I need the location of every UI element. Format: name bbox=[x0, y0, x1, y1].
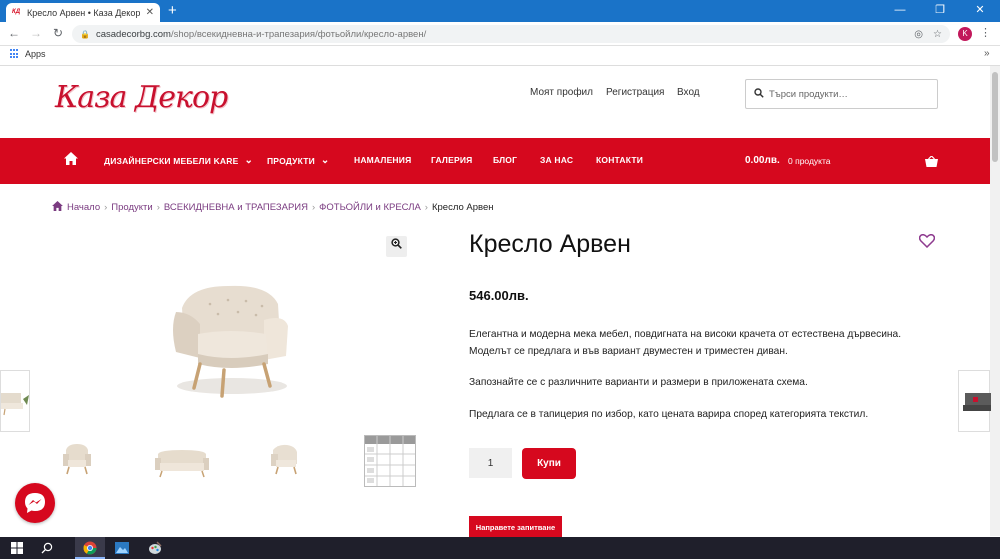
scrollbar-thumb[interactable] bbox=[992, 72, 998, 162]
profile-avatar[interactable]: K bbox=[958, 27, 972, 41]
register-link[interactable]: Регистрация bbox=[606, 87, 664, 98]
nav-item-contacts[interactable]: КОНТАКТИ bbox=[596, 155, 643, 165]
apps-label: Apps bbox=[25, 49, 46, 59]
url-input[interactable]: 🔒 casadecorbg.com/shop/всекидневна-и-тра… bbox=[72, 25, 950, 43]
breadcrumb-separator: › bbox=[424, 202, 428, 213]
breadcrumb-current: Кресло Арвен bbox=[431, 202, 494, 213]
nav-item-gallery[interactable]: ГАЛЕРИЯ bbox=[431, 155, 472, 165]
url-text: casadecorbg.com/shop/всекидневна-и-трапе… bbox=[95, 28, 427, 40]
maximize-icon[interactable]: ❐ bbox=[920, 2, 960, 18]
thumbnail-armchair-front[interactable] bbox=[60, 440, 94, 483]
close-window-icon[interactable]: ✕ bbox=[960, 2, 1000, 18]
site-favicon-icon: КД bbox=[12, 8, 21, 15]
product-price: 546.00лв. bbox=[469, 288, 529, 303]
browser-tab[interactable]: КД Кресло Арвен • Каза Декор ✕ bbox=[6, 3, 160, 22]
previous-product-preview[interactable] bbox=[0, 370, 30, 432]
description-line: Моделът се предлага и във вариант двумес… bbox=[469, 346, 788, 357]
site-logo[interactable]: Каза Декор bbox=[55, 80, 228, 115]
my-profile-link[interactable]: Моят профил bbox=[530, 87, 593, 98]
breadcrumb-link-products[interactable]: Продукти bbox=[111, 202, 152, 213]
quantity-input[interactable] bbox=[469, 448, 512, 478]
cart-total[interactable]: 0.00лв. bbox=[745, 155, 780, 166]
next-product-preview[interactable] bbox=[958, 370, 991, 432]
chrome-taskbar-icon[interactable] bbox=[78, 539, 102, 557]
back-arrow-icon[interactable]: ← bbox=[6, 25, 22, 41]
apps-grid-icon bbox=[10, 49, 20, 59]
breadcrumb-separator: › bbox=[311, 202, 316, 213]
paint-taskbar-icon[interactable] bbox=[143, 539, 167, 557]
buy-button[interactable]: Купи bbox=[522, 448, 576, 479]
nav-item-sales[interactable]: НАМАЛЕНИЯ bbox=[354, 155, 411, 165]
bookmark-star-icon[interactable]: ☆ bbox=[933, 29, 942, 40]
nav-item-about[interactable]: ЗА НАС bbox=[540, 155, 573, 165]
photos-taskbar-icon[interactable] bbox=[110, 539, 134, 557]
thumbnail-sofa[interactable] bbox=[154, 448, 210, 485]
description-line: Запознайте се с различните варианти и ра… bbox=[469, 377, 808, 388]
bookmarks-overflow-button[interactable]: » bbox=[984, 48, 990, 59]
nav-item-blog[interactable]: БЛОГ bbox=[493, 155, 517, 165]
breadcrumb-separator: › bbox=[156, 202, 160, 213]
product-title: Кресло Арвен bbox=[469, 230, 631, 258]
incognito-eye-icon[interactable]: ◎ bbox=[914, 29, 923, 40]
taskbar-search-icon[interactable] bbox=[35, 539, 59, 557]
description-line: Предлага се в тапицерия по избор, като ц… bbox=[469, 409, 869, 420]
cart-item-count[interactable]: 0 продукта bbox=[788, 156, 831, 166]
wishlist-heart-icon[interactable] bbox=[918, 233, 936, 253]
product-search-input[interactable]: Търси продукти… bbox=[745, 79, 938, 109]
basket-icon[interactable] bbox=[925, 154, 938, 172]
bookmarks-bar bbox=[0, 46, 1000, 66]
reload-icon[interactable]: ↻ bbox=[50, 25, 66, 41]
browser-menu-icon[interactable]: ⋮ bbox=[980, 26, 991, 39]
thumbnail-armchair-side[interactable] bbox=[268, 440, 302, 483]
breadcrumb-link-home[interactable]: Начало bbox=[67, 202, 100, 213]
home-icon[interactable] bbox=[64, 152, 78, 170]
search-icon bbox=[754, 87, 764, 101]
login-link[interactable]: Вход bbox=[677, 87, 700, 98]
breadcrumb-link-living-room[interactable]: ВСЕКИДНЕВНА и ТРАПЕЗАРИЯ bbox=[164, 202, 308, 213]
product-main-image[interactable] bbox=[160, 268, 310, 408]
new-tab-button[interactable]: + bbox=[168, 2, 177, 20]
apps-shortcut[interactable]: Apps bbox=[10, 49, 46, 59]
minimize-icon[interactable]: — bbox=[880, 2, 920, 18]
nav-item-kare[interactable]: ДИЗАЙНЕРСКИ МЕБЕЛИ KARE ⌄ bbox=[104, 155, 253, 166]
search-placeholder: Търси продукти… bbox=[769, 88, 848, 100]
close-tab-icon[interactable]: ✕ bbox=[146, 7, 154, 18]
thumbnail-dimensions-chart[interactable] bbox=[364, 435, 416, 492]
breadcrumb-separator: › bbox=[104, 202, 108, 213]
chevron-down-icon: ⌄ bbox=[320, 155, 330, 166]
description-line: Елегантна и модерна мека мебел, повдигна… bbox=[469, 329, 902, 340]
breadcrumb-link-armchairs[interactable]: ФОТЬОЙЛИ и КРЕСЛА bbox=[319, 202, 421, 213]
nav-item-products[interactable]: ПРОДУКТИ ⌄ bbox=[267, 155, 330, 166]
forward-arrow-icon[interactable]: → bbox=[28, 25, 44, 41]
lock-icon: 🔒 bbox=[80, 29, 90, 39]
zoom-icon[interactable] bbox=[386, 236, 407, 257]
chevron-down-icon: ⌄ bbox=[244, 155, 254, 166]
tab-title: Кресло Арвен • Каза Декор bbox=[27, 7, 141, 18]
breadcrumb: Начало › Продукти › ВСЕКИДНЕВНА и ТРАПЕЗ… bbox=[52, 201, 493, 214]
inquiry-button[interactable]: Направете запитване bbox=[469, 516, 562, 538]
home-breadcrumb-icon[interactable] bbox=[52, 201, 63, 214]
windows-start-icon[interactable] bbox=[5, 539, 29, 557]
messenger-chat-icon[interactable] bbox=[15, 483, 55, 523]
